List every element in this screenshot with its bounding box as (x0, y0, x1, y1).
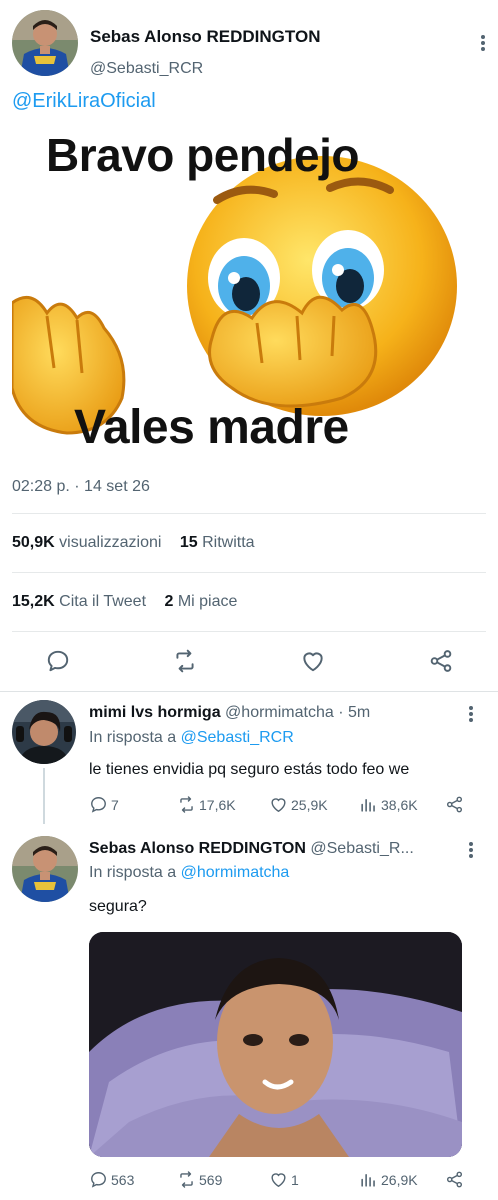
heart-icon[interactable] (300, 648, 326, 674)
heart-icon (271, 1173, 286, 1188)
share-icon (446, 796, 463, 813)
reply-to-link[interactable]: @Sebasti_RCR (181, 729, 294, 746)
like-count: 25,9K (291, 796, 328, 813)
views-button[interactable]: 38,6K (359, 795, 418, 814)
reply-count: 7 (111, 796, 119, 813)
analytics-icon (361, 798, 375, 812)
tweet-timestamp[interactable]: 02:28 p. · 14 set 26 (12, 478, 150, 496)
retweet-icon[interactable] (172, 648, 198, 674)
meme-top-caption: Bravo pendejo (46, 129, 360, 181)
retweets-label: Ritwitta (202, 534, 255, 551)
retweet-icon (180, 1171, 193, 1188)
analytics-icon (361, 1173, 375, 1187)
views-count: 50,9K (12, 534, 55, 551)
reply-count: 563 (111, 1171, 135, 1188)
reply-header: mimi lvs hormiga @hormimatcha · 5m (89, 704, 459, 722)
reply-author-avatar[interactable] (12, 836, 78, 902)
mention-link[interactable]: @ErikLiraOficial (12, 90, 156, 113)
likes-count: 2 (164, 593, 174, 610)
main-author-handle[interactable]: @Sebasti_RCR (90, 60, 203, 78)
main-author-avatar[interactable] (12, 10, 78, 76)
reply-action-bar: 563 569 1 26,9K (89, 1170, 479, 1192)
share-button[interactable] (445, 1170, 464, 1189)
reply-context: In risposta a @Sebasti_RCR (89, 729, 294, 747)
reply-icon (91, 1172, 106, 1188)
retweets-count: 15 (179, 534, 198, 551)
views-stat[interactable]: 50,9K visualizzazioni (12, 534, 161, 552)
likes-label: Mi piace (177, 593, 238, 610)
views-label: visualizzazioni (59, 534, 162, 551)
retweets-stat[interactable]: 15 Ritwitta (180, 534, 255, 552)
stats-row-2: 15,2K Cita il Tweet 2 Mi piace (12, 593, 251, 611)
reply-author-handle[interactable]: @Sebasti_R... (310, 840, 413, 857)
reply-author-handle[interactable]: @hormimatcha (225, 704, 334, 721)
reply-attached-photo[interactable] (89, 932, 462, 1157)
reply-text: le tienes envidia pq seguro estás todo f… (89, 761, 410, 778)
reply-text: segura? (89, 898, 147, 915)
section-divider (0, 691, 498, 692)
more-options-icon[interactable] (462, 703, 480, 725)
share-button[interactable] (445, 795, 464, 814)
tweet-thread-page: Sebas Alonso REDDINGTON @Sebasti_RCR @Er… (0, 0, 498, 1200)
selfie-photo (89, 932, 462, 1157)
quotes-label: Cita il Tweet (59, 593, 147, 610)
reply-author-name[interactable]: mimi lvs hormiga (89, 704, 221, 721)
quotes-count: 15,2K (12, 593, 55, 610)
reply-icon (91, 797, 106, 813)
main-author-name[interactable]: Sebas Alonso REDDINGTON (90, 27, 320, 47)
reply-context: In risposta a @hormimatcha (89, 864, 289, 882)
retweet-count: 17,6K (199, 796, 236, 813)
quotes-stat[interactable]: 15,2K Cita il Tweet (12, 593, 146, 611)
stats-row-1: 50,9K visualizzazioni 15 Ritwitta (12, 534, 269, 552)
like-count: 1 (291, 1171, 299, 1188)
main-action-bar (0, 644, 498, 680)
like-button[interactable]: 25,9K (269, 795, 328, 814)
divider (12, 572, 486, 573)
tweet-meme-image[interactable]: Bravo pendejo Vales madre (12, 128, 462, 458)
retweet-button[interactable]: 569 (177, 1170, 222, 1189)
divider (12, 513, 486, 514)
views-count: 38,6K (381, 796, 418, 813)
retweet-count: 569 (199, 1171, 223, 1188)
share-icon[interactable] (428, 648, 454, 674)
reply-icon[interactable] (45, 648, 71, 674)
likes-stat[interactable]: 2 Mi piace (164, 593, 237, 611)
reply-author-avatar[interactable] (12, 700, 76, 764)
meme-bottom-caption: Vales madre (74, 401, 349, 454)
divider (12, 631, 486, 632)
heart-icon (271, 798, 286, 813)
reply-time: · 5m (338, 704, 371, 721)
reply-to-link[interactable]: @hormimatcha (181, 864, 290, 881)
share-icon (446, 1171, 463, 1188)
reply-author-name[interactable]: Sebas Alonso REDDINGTON (89, 840, 306, 857)
main-tweet-header: Sebas Alonso REDDINGTON @Sebasti_RCR (12, 10, 486, 78)
retweet-icon (180, 796, 193, 813)
reply-action-bar: 7 17,6K 25,9K 38,6K (89, 795, 479, 817)
retweet-button[interactable]: 17,6K (177, 795, 236, 814)
reply-button[interactable]: 7 (89, 795, 119, 814)
views-button[interactable]: 26,9K (359, 1170, 418, 1189)
views-count: 26,9K (381, 1171, 418, 1188)
reply-header: Sebas Alonso REDDINGTON @Sebasti_R... (89, 840, 451, 858)
reply-prefix: In risposta a (89, 729, 177, 746)
reply-prefix: In risposta a (89, 864, 177, 881)
thread-connector-line (43, 768, 45, 824)
reply-button[interactable]: 563 (89, 1170, 134, 1189)
more-options-icon[interactable] (474, 32, 492, 54)
more-options-icon[interactable] (462, 839, 480, 861)
like-button[interactable]: 1 (269, 1170, 299, 1189)
